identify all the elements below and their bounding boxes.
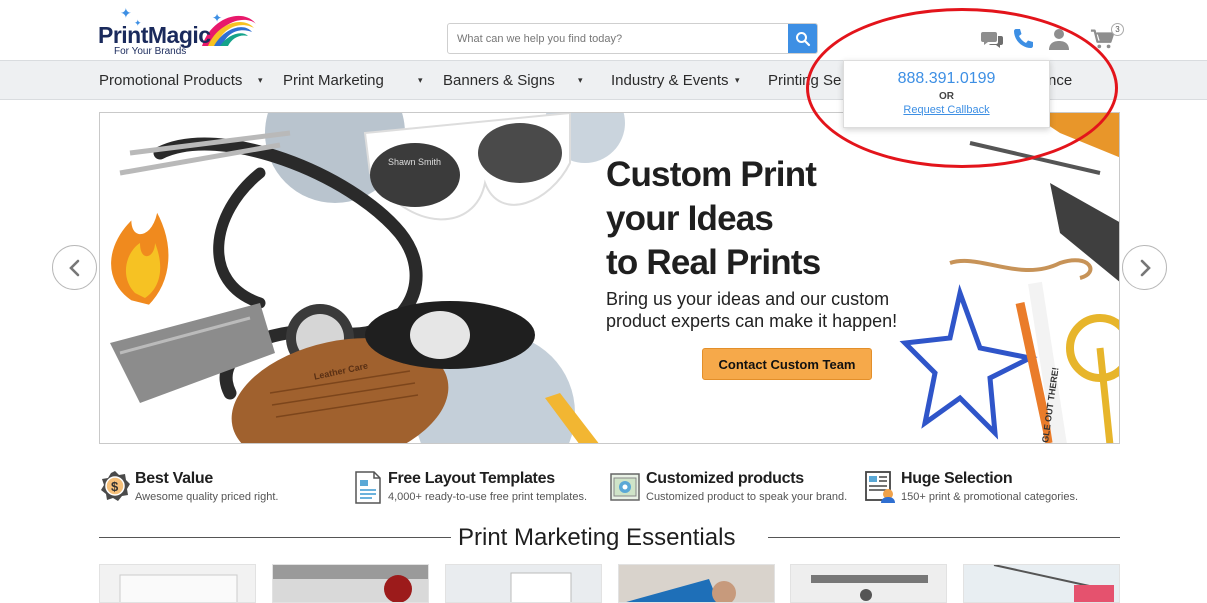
caret-down-icon[interactable]: ▾ — [578, 75, 583, 86]
feature-title: Free Layout Templates — [388, 470, 555, 487]
catalog-selection-icon — [865, 471, 895, 503]
feature-best-value: $ Best Value Awesome quality priced righ… — [99, 468, 339, 508]
section-divider-left — [99, 537, 451, 538]
feature-description: Customized product to speak your brand. — [646, 491, 848, 503]
caret-down-icon[interactable]: ▾ — [418, 75, 423, 86]
logo-wordmark: PrintMagic — [98, 22, 211, 48]
hero-title: Custom Print your Ideas to Real Prints — [606, 153, 821, 285]
nav-item-banners-signs[interactable]: Banners & Signs — [443, 72, 555, 89]
feature-title: Huge Selection — [901, 470, 1013, 487]
product-thumbnail — [791, 565, 946, 602]
nav-item-industry-events[interactable]: Industry & Events — [611, 72, 729, 89]
product-tile[interactable] — [790, 564, 947, 603]
sunglasses-imprint: Shawn Smith — [388, 157, 441, 167]
product-thumbnail — [100, 565, 255, 602]
feature-description: 150+ print & promotional categories. — [901, 491, 1079, 503]
nav-item-promotional-products[interactable]: Promotional Products — [99, 72, 242, 89]
search-input[interactable] — [448, 24, 788, 53]
contact-custom-team-button[interactable]: Contact Custom Team — [702, 348, 872, 380]
logo-tagline: For Your Brands — [114, 46, 187, 57]
product-thumbnail — [964, 565, 1119, 602]
feature-huge-selection: Huge Selection 150+ print & promotional … — [865, 468, 1100, 508]
hero-title-line: your Ideas — [606, 199, 774, 238]
annotation-circle — [806, 8, 1118, 168]
custom-product-icon — [610, 473, 640, 501]
svg-text:✦: ✦ — [120, 5, 132, 21]
feature-description: Awesome quality priced right. — [135, 491, 279, 503]
feature-description: 4,000+ ready-to-use free print templates… — [388, 491, 588, 503]
hero-subtitle: Bring us your ideas and our custom produ… — [606, 288, 897, 332]
svg-text:$: $ — [111, 479, 119, 494]
cart-count-badge: 3 — [1111, 23, 1124, 36]
carousel-next-button[interactable] — [1122, 245, 1167, 290]
search-button[interactable] — [788, 24, 817, 53]
hero-subtitle-line: product experts can make it happen! — [606, 311, 898, 331]
chevron-right-icon — [1140, 259, 1151, 276]
chevron-left-icon — [68, 259, 79, 276]
nav-item-print-marketing[interactable]: Print Marketing — [283, 72, 384, 89]
section-title: Print Marketing Essentials — [458, 524, 736, 551]
hero-subtitle-line: Bring us your ideas and our custom — [606, 289, 890, 309]
search-bar — [447, 23, 818, 54]
feature-title: Best Value — [135, 470, 213, 487]
product-tile[interactable] — [272, 564, 429, 603]
carousel-prev-button[interactable] — [52, 245, 97, 290]
hero-title-line: to Real Prints — [606, 243, 821, 282]
product-thumbnail — [446, 565, 601, 602]
product-tile[interactable] — [445, 564, 602, 603]
feature-free-layout-templates: Free Layout Templates 4,000+ ready-to-us… — [352, 468, 607, 508]
caret-down-icon[interactable]: ▾ — [735, 75, 740, 86]
dollar-badge-icon: $ — [101, 471, 130, 501]
product-tile[interactable] — [99, 564, 256, 603]
template-document-icon — [355, 471, 381, 504]
section-divider-right — [768, 537, 1120, 538]
caret-down-icon[interactable]: ▾ — [258, 75, 263, 86]
hero-title-line: Custom Print — [606, 155, 817, 194]
search-icon — [795, 31, 810, 46]
product-thumbnail — [619, 565, 774, 602]
svg-text:✦: ✦ — [212, 11, 222, 25]
product-thumbnail — [273, 565, 428, 602]
feature-title: Customized products — [646, 470, 804, 487]
product-tile[interactable] — [618, 564, 775, 603]
product-tile[interactable] — [963, 564, 1120, 603]
printmagic-logo[interactable]: ✦ ✦ ✦ PrintMagic For Your Brands — [98, 5, 263, 58]
feature-customized-products: Customized products Customized product t… — [610, 468, 860, 508]
